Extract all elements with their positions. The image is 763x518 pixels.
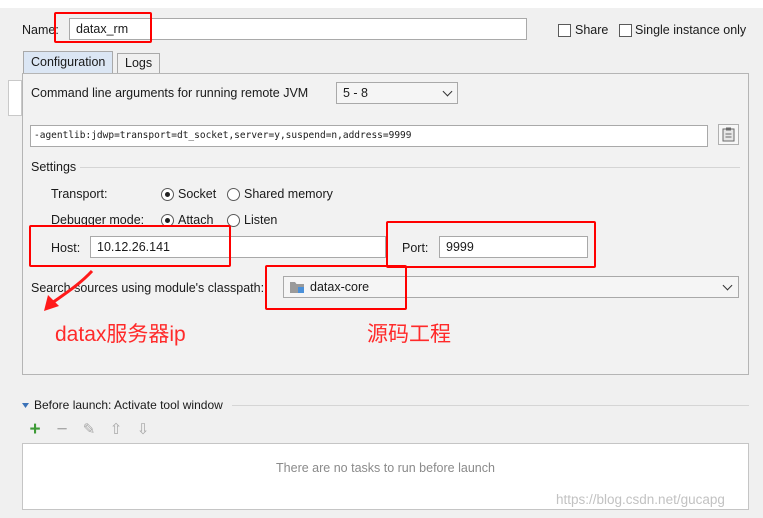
transport-shared-memory-label: Shared memory — [244, 187, 333, 201]
debugger-mode-listen-radio[interactable] — [227, 214, 240, 227]
share-checkbox[interactable] — [558, 24, 571, 37]
annotation-module-text: 源码工程 — [367, 323, 451, 346]
empty-tasks-text: There are no tasks to run before launch — [276, 461, 495, 475]
host-label: Host: — [51, 241, 81, 255]
transport-shared-memory-radio[interactable] — [227, 188, 240, 201]
transport-label: Transport: — [51, 187, 108, 201]
classpath-module-select[interactable]: datax-core — [283, 276, 739, 298]
transport-socket-label: Socket — [178, 187, 217, 201]
add-icon[interactable]: + — [27, 420, 43, 439]
tab-logs[interactable]: Logs — [117, 53, 161, 74]
debugger-mode-listen-label: Listen — [244, 213, 278, 227]
single-instance-label: Single instance only — [635, 23, 747, 37]
annotation-arrow-icon — [44, 269, 94, 311]
name-label: Name: — [22, 23, 59, 37]
chevron-down-icon — [442, 86, 453, 97]
host-input[interactable]: 10.12.26.141 — [90, 236, 386, 258]
settings-label: Settings — [31, 160, 77, 174]
top-strip — [0, 0, 763, 8]
transport-socket-radio[interactable] — [161, 188, 174, 201]
chevron-down-icon — [722, 280, 733, 291]
tab-configuration[interactable]: Configuration — [23, 51, 114, 74]
name-input[interactable]: datax_rm — [69, 18, 527, 40]
copy-args-button[interactable] — [718, 124, 739, 145]
single-instance-checkbox[interactable] — [619, 24, 632, 37]
move-down-icon[interactable]: ⇩ — [135, 422, 151, 438]
debugger-mode-label: Debugger mode: — [51, 213, 145, 227]
collapse-triangle-icon[interactable] — [21, 401, 30, 410]
clipboard-icon — [722, 127, 735, 142]
settings-divider — [80, 167, 740, 168]
edit-icon[interactable]: ✎ — [81, 422, 97, 438]
debugger-mode-attach-radio[interactable] — [161, 214, 174, 227]
share-label: Share — [575, 23, 609, 37]
move-up-icon[interactable]: ⇧ — [108, 422, 124, 438]
side-gutter — [8, 80, 22, 116]
before-launch-divider — [232, 405, 749, 406]
jvm-version-select[interactable]: 5 - 8 — [336, 82, 458, 104]
cmd-args-label: Command line arguments for running remot… — [31, 86, 309, 100]
classpath-module-value: datax-core — [310, 280, 370, 294]
jvm-version-value: 5 - 8 — [343, 86, 369, 100]
annotation-host-text: datax服务器ip — [55, 323, 186, 346]
debugger-mode-attach-label: Attach — [178, 213, 214, 227]
port-label: Port: — [402, 241, 429, 255]
before-launch-label: Before launch: Activate tool window — [34, 398, 223, 412]
module-folder-icon — [290, 282, 304, 293]
watermark: https://blog.csdn.net/gucapg — [556, 492, 725, 507]
port-input[interactable]: 9999 — [439, 236, 588, 258]
cmd-args-field[interactable]: -agentlib:jdwp=transport=dt_socket,serve… — [30, 125, 708, 147]
remove-icon[interactable]: − — [54, 420, 70, 439]
